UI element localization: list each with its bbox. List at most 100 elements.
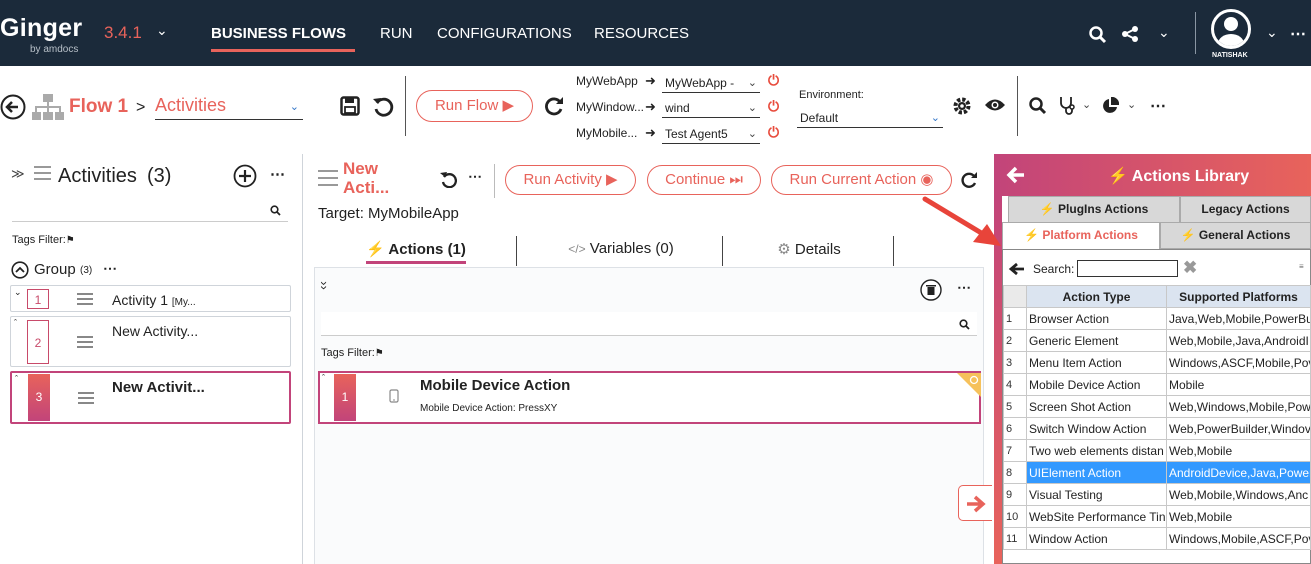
nav-business-flows[interactable]: BUSINESS FLOWS bbox=[211, 25, 346, 42]
drag-handle-icon[interactable] bbox=[77, 336, 93, 348]
run-activity-button[interactable]: Run Activity ▶ bbox=[505, 165, 636, 195]
undo-icon[interactable] bbox=[440, 171, 457, 188]
cell-supported-platforms[interactable]: Java,Web,Mobile,PowerBu bbox=[1166, 307, 1311, 330]
cell-action-type[interactable]: Generic Element bbox=[1026, 329, 1167, 352]
column-header-supported-platforms[interactable]: Supported Platforms bbox=[1166, 285, 1311, 308]
save-icon[interactable] bbox=[340, 96, 360, 116]
agent-select[interactable]: wind ⌄ bbox=[662, 99, 760, 118]
cell-supported-platforms[interactable]: Web,PowerBuilder,Windov bbox=[1166, 417, 1311, 440]
delete-icon[interactable] bbox=[920, 279, 942, 301]
more-menu-icon[interactable]: ⋯ bbox=[270, 165, 285, 183]
user-chevron-icon[interactable]: ⌄ bbox=[1266, 24, 1278, 41]
table-row[interactable]: 9 Visual Testing Web,Mobile,Windows,Anc bbox=[1003, 483, 1311, 506]
chevron-down-icon[interactable]: ⌄ bbox=[1127, 98, 1136, 111]
tab-general-actions[interactable]: ⚡ General Actions bbox=[1160, 222, 1311, 249]
table-row[interactable]: 5 Screen Shot Action Web,Windows,Mobile,Po… bbox=[1003, 395, 1311, 418]
tab-actions[interactable]: ⚡ Actions (1) bbox=[366, 240, 466, 258]
table-row[interactable]: 4 Mobile Device Action Mobile bbox=[1003, 373, 1311, 396]
share-chevron-icon[interactable]: ⌄ bbox=[1158, 24, 1170, 41]
search-icon[interactable] bbox=[959, 319, 970, 330]
add-activity-icon[interactable] bbox=[233, 164, 257, 188]
cell-action-type[interactable]: Menu Item Action bbox=[1026, 351, 1167, 374]
cell-supported-platforms[interactable]: Windows,Mobile,ASCF,Pov bbox=[1166, 527, 1311, 550]
chevron-up-icon[interactable]: ˆ bbox=[322, 373, 325, 383]
chevron-down-icon[interactable]: ⌄ bbox=[14, 287, 22, 298]
search-icon[interactable] bbox=[1029, 97, 1047, 115]
table-row[interactable]: 10 WebSite Performance Tin Web,Mobile bbox=[1003, 505, 1311, 528]
share-icon[interactable] bbox=[1121, 25, 1139, 43]
expand-all-icon[interactable]: ›› bbox=[317, 281, 332, 290]
chevron-up-icon[interactable]: ˆ bbox=[15, 374, 18, 384]
table-row[interactable]: 8 UIElement Action AndroidDevice,Java,Powe… bbox=[1003, 461, 1311, 484]
back-arrow-icon[interactable] bbox=[1006, 166, 1026, 184]
cell-supported-platforms[interactable]: Windows,ASCF,Mobile,Pov bbox=[1166, 351, 1311, 374]
version-chevron-icon[interactable]: ⌄ bbox=[156, 22, 168, 39]
nav-resources[interactable]: RESOURCES bbox=[594, 25, 689, 42]
chevron-up-icon[interactable]: ˆ bbox=[14, 318, 17, 328]
table-row[interactable]: 7 Two web elements distan Web,Mobile bbox=[1003, 439, 1311, 462]
open-library-button[interactable] bbox=[958, 485, 992, 521]
cell-action-type[interactable]: Visual Testing bbox=[1026, 483, 1167, 506]
more-menu-icon[interactable]: ⋯ bbox=[1150, 96, 1166, 116]
table-row[interactable]: 1 Browser Action Java,Web,Mobile,PowerBu bbox=[1003, 307, 1311, 330]
cell-action-type[interactable]: Two web elements distan bbox=[1026, 439, 1167, 462]
pie-chart-icon[interactable] bbox=[1101, 97, 1119, 115]
cell-supported-platforms[interactable]: Web,Windows,Mobile,Pow bbox=[1166, 395, 1311, 418]
refresh-icon[interactable] bbox=[961, 172, 978, 189]
cell-supported-platforms[interactable]: Web,Mobile,Windows,Anc bbox=[1166, 483, 1311, 506]
more-menu-icon[interactable]: ⋯ bbox=[1290, 24, 1306, 44]
cell-supported-platforms[interactable]: Mobile bbox=[1166, 373, 1311, 396]
tab-plugins-actions[interactable]: ⚡ PlugIns Actions bbox=[1008, 196, 1180, 223]
tag-icon[interactable]: ⚑ bbox=[375, 348, 384, 359]
run-flow-button[interactable]: Run Flow ▶ bbox=[416, 90, 533, 122]
view-selector[interactable]: Activities ⌄ bbox=[155, 95, 303, 120]
cell-action-type[interactable]: Screen Shot Action bbox=[1026, 395, 1167, 418]
power-icon[interactable]: ⏻ bbox=[768, 124, 779, 141]
cell-action-type[interactable]: Switch Window Action bbox=[1026, 417, 1167, 440]
table-row[interactable]: 3 Menu Item Action Windows,ASCF,Mobile,Pov bbox=[1003, 351, 1311, 374]
user-avatar[interactable] bbox=[1211, 9, 1251, 49]
nav-configurations[interactable]: CONFIGURATIONS bbox=[437, 25, 572, 42]
gear-icon[interactable] bbox=[952, 96, 972, 116]
back-arrow-icon[interactable] bbox=[1008, 261, 1026, 277]
table-row[interactable]: 6 Switch Window Action Web,PowerBuilder,Wi… bbox=[1003, 417, 1311, 440]
continue-button[interactable]: Continue ⏭ bbox=[647, 165, 761, 195]
back-arrow-icon[interactable] bbox=[0, 94, 26, 120]
cell-supported-platforms[interactable]: Web,Mobile bbox=[1166, 505, 1311, 528]
tab-legacy-actions[interactable]: Legacy Actions bbox=[1180, 196, 1311, 223]
table-row[interactable]: 2 Generic Element Web,Mobile,Java,AndroidI bbox=[1003, 329, 1311, 352]
tab-details[interactable]: ⚙ Details bbox=[774, 240, 844, 258]
drag-handle-icon[interactable] bbox=[77, 293, 93, 305]
library-search-input[interactable] bbox=[1077, 260, 1178, 277]
actions-search-input[interactable] bbox=[321, 312, 977, 336]
activity-card-selected[interactable]: ˆ 3 New Activit... bbox=[10, 371, 291, 424]
search-icon[interactable] bbox=[1089, 26, 1107, 44]
cell-action-type[interactable]: Window Action bbox=[1026, 527, 1167, 550]
cell-supported-platforms[interactable]: AndroidDevice,Java,Power bbox=[1166, 461, 1311, 484]
action-card-selected[interactable]: ˆ 1 Mobile Device Action Mobile Device A… bbox=[318, 371, 981, 424]
cell-supported-platforms[interactable]: Web,Mobile,Java,AndroidI bbox=[1166, 329, 1311, 352]
table-row[interactable]: 11 Window Action Windows,Mobile,ASCF,Pov bbox=[1003, 527, 1311, 550]
cell-action-type[interactable]: Browser Action bbox=[1026, 307, 1167, 330]
agent-select[interactable]: MyWebApp - ⌄ bbox=[662, 74, 760, 93]
more-menu-icon[interactable]: ⋯ bbox=[103, 260, 117, 277]
drag-handle-icon[interactable] bbox=[78, 392, 94, 404]
tab-platform-actions[interactable]: ⚡ Platform Actions bbox=[1002, 222, 1160, 249]
environment-select[interactable]: Default ⌄ bbox=[797, 109, 943, 128]
chevron-down-icon[interactable]: ⌄ bbox=[1082, 98, 1091, 111]
nav-run[interactable]: RUN bbox=[380, 25, 413, 42]
cell-action-type[interactable]: WebSite Performance Tin bbox=[1026, 505, 1167, 528]
activity-card[interactable]: ˆ 2 New Activity... bbox=[10, 316, 291, 367]
activities-search-input[interactable] bbox=[12, 198, 288, 222]
tag-icon[interactable]: ⚑ bbox=[66, 235, 75, 246]
column-header-action-type[interactable]: Action Type bbox=[1026, 285, 1167, 308]
cell-action-type[interactable]: Mobile Device Action bbox=[1026, 373, 1167, 396]
more-menu-icon[interactable]: ⋯ bbox=[468, 168, 482, 185]
search-icon[interactable] bbox=[270, 205, 281, 216]
run-current-action-button[interactable]: Run Current Action ◉ bbox=[771, 165, 952, 195]
refresh-icon[interactable] bbox=[544, 96, 564, 116]
undo-icon[interactable] bbox=[372, 95, 394, 117]
power-icon[interactable]: ⏻ bbox=[768, 72, 779, 89]
collapse-icon[interactable]: ≫ bbox=[11, 166, 25, 182]
clear-search-icon[interactable]: ✖ bbox=[1183, 258, 1197, 278]
